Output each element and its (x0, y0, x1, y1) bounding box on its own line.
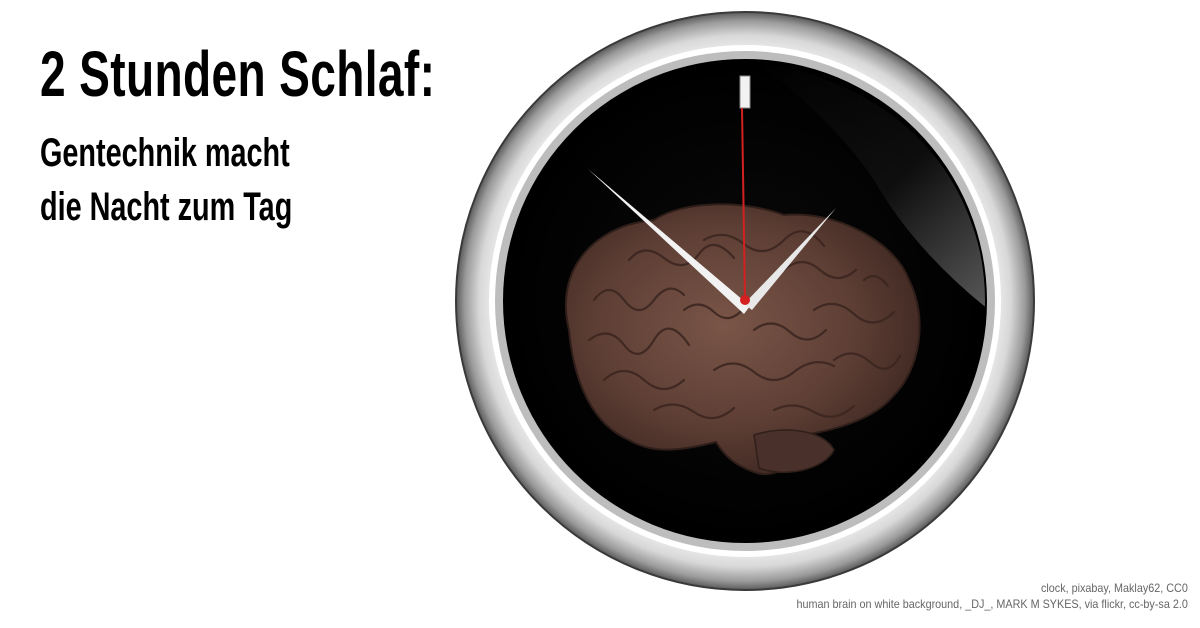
credit-line-1: clock, pixabay, Maklay62, CC0 (1041, 581, 1188, 595)
headline-title: 2 Stunden Schlaf: (40, 38, 436, 110)
headline: 2 Stunden Schlaf: Gentechnik macht die N… (40, 38, 500, 229)
clock-icon (455, 11, 1035, 591)
article-banner: 2 Stunden Schlaf: Gentechnik macht die N… (0, 0, 1200, 628)
headline-subtitle: Gentechnik macht die Nacht zum Tag (40, 126, 292, 234)
subtitle-line-1: Gentechnik macht (40, 131, 290, 175)
subtitle-line-2: die Nacht zum Tag (40, 185, 293, 229)
hour-marker-12 (739, 75, 751, 109)
clock-brain-illustration (454, 10, 1036, 592)
image-credits: clock, pixabay, Maklay62, CC0 human brai… (797, 580, 1188, 612)
credit-line-2: human brain on white background, _DJ_, M… (796, 597, 1188, 611)
clock-center (740, 295, 750, 305)
